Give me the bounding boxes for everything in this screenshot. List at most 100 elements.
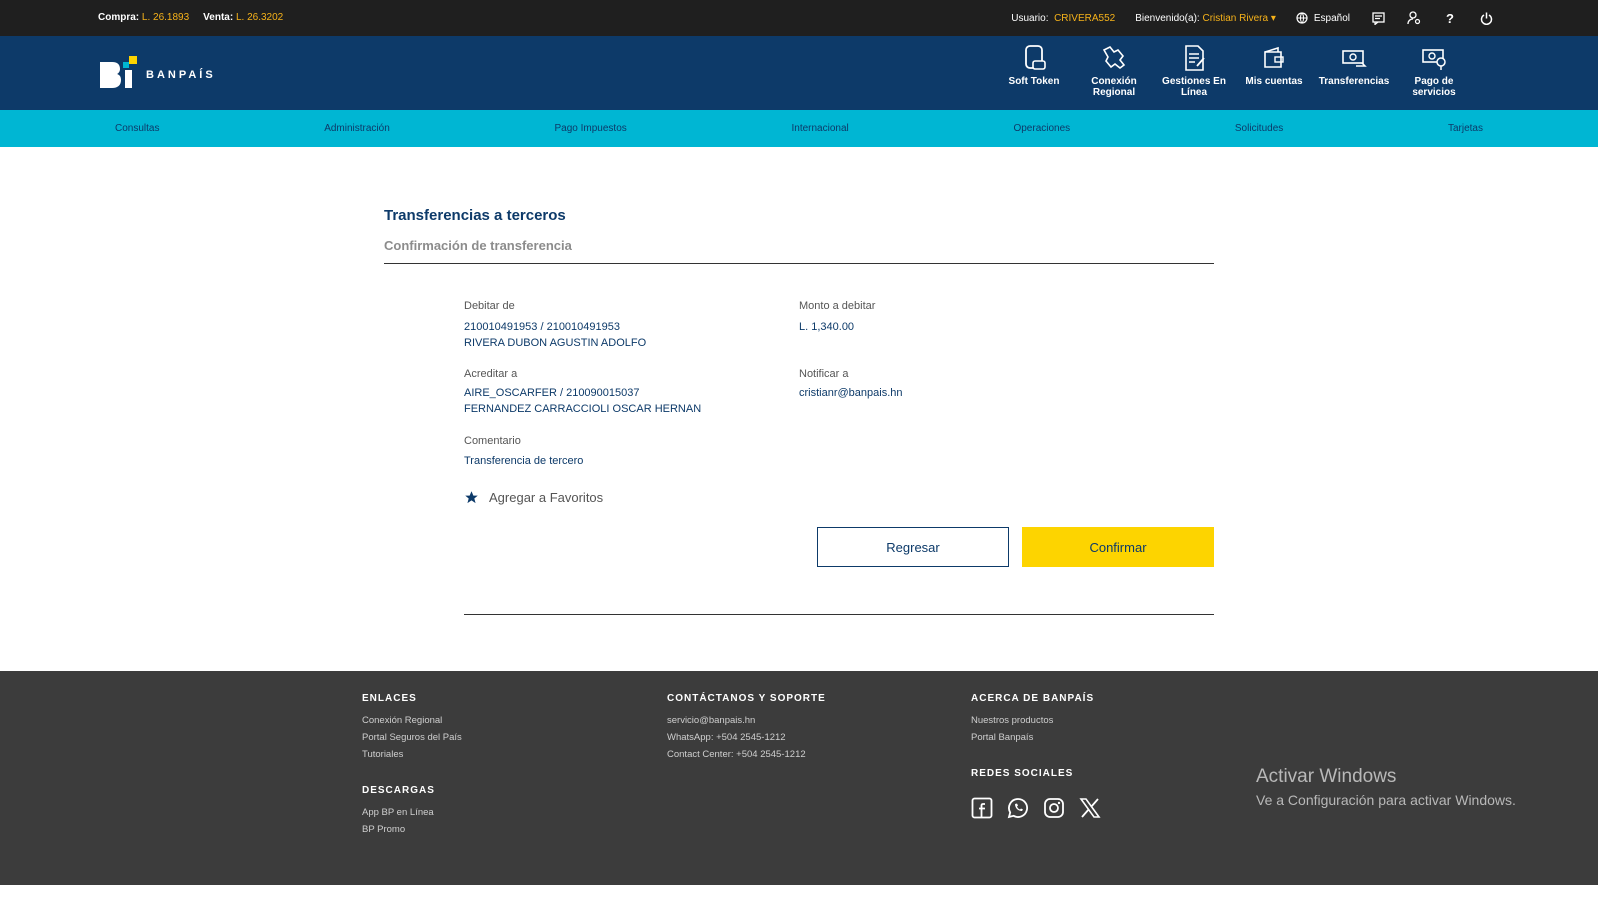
debitar-label: Debitar de: [464, 300, 515, 312]
footer-col-contacto: CONTÁCTANOS Y SOPORTE servicio@banpais.h…: [667, 693, 826, 763]
help-icon[interactable]: ?: [1442, 10, 1458, 26]
enlaces-heading: ENLACES: [362, 693, 417, 704]
nav-gestiones-label: Gestiones En Línea: [1162, 76, 1226, 98]
top-bar: Compra: L. 26.1893 Venta: L. 26.3202 Usu…: [0, 0, 1598, 36]
content-divider: [464, 614, 1214, 615]
menu-pago-impuestos[interactable]: Pago Impuestos: [555, 123, 627, 134]
nav-conexion-regional[interactable]: Conexión Regional: [1074, 44, 1154, 98]
footer-link[interactable]: BP Promo: [362, 821, 462, 838]
social-links: [971, 797, 1101, 819]
nav-pago-servicios-label: Pago de servicios: [1412, 76, 1456, 98]
comentario-label: Comentario: [464, 435, 521, 447]
bienvenido-value: Cristian Rivera: [1202, 12, 1269, 24]
footer-email[interactable]: servicio@banpais.hn: [667, 712, 826, 729]
debitar-account: 210010491953 / 210010491953: [464, 321, 620, 333]
menu-administracion[interactable]: Administración: [324, 123, 390, 134]
menu-operaciones[interactable]: Operaciones: [1013, 123, 1070, 134]
debitar-holder: RIVERA DUBON AGUSTIN ADOLFO: [464, 337, 647, 349]
monto-section: Monto a debitar L. 1,340.00: [799, 300, 875, 335]
footer-link[interactable]: Portal Banpaís: [971, 729, 1101, 746]
comentario-value: Transferencia de tercero: [464, 455, 584, 467]
footer-link[interactable]: App BP en Línea: [362, 804, 462, 821]
monto-value: L. 1,340.00: [799, 321, 855, 333]
usuario-label: Usuario:: [1011, 12, 1049, 24]
page-header: Transferencias a terceros Confirmación d…: [384, 200, 1214, 264]
gestiones-icon: [1185, 45, 1205, 71]
caret-down-icon: ▾: [1268, 12, 1276, 24]
descargas-heading: DESCARGAS: [362, 785, 435, 796]
footer-col-acerca: ACERCA DE BANPAÍS Nuestros productos Por…: [971, 693, 1101, 819]
whatsapp-icon[interactable]: [1007, 797, 1029, 819]
bienvenido-label: Bienvenido(a):: [1135, 12, 1200, 24]
nav-transferencias[interactable]: Transferencias: [1314, 44, 1394, 98]
top-bar-user-area: Usuario: CRIVERA552 Bienvenido(a): Crist…: [1011, 10, 1494, 26]
header-divider: [384, 263, 1214, 264]
nav-mis-cuentas[interactable]: Mis cuentas: [1234, 44, 1314, 98]
nav-soft-token-label: Soft Token: [1008, 76, 1060, 87]
add-to-favorites[interactable]: Agregar a Favoritos: [464, 490, 603, 505]
windows-activation-watermark: Activar Windows Ve a Configuración para …: [1256, 766, 1516, 808]
messages-icon[interactable]: [1370, 10, 1386, 26]
globe-icon: [1296, 12, 1308, 24]
confirm-button[interactable]: Confirmar: [1022, 527, 1214, 567]
footer-link[interactable]: Tutoriales: [362, 746, 462, 763]
payment-icon: [1422, 49, 1446, 70]
menu-tarjetas[interactable]: Tarjetas: [1448, 123, 1483, 134]
nav-gestiones[interactable]: Gestiones En Línea: [1154, 44, 1234, 98]
wallet-icon: [1264, 46, 1284, 68]
footer-link[interactable]: Conexión Regional: [362, 712, 462, 729]
instagram-icon[interactable]: [1043, 797, 1065, 819]
watermark-title: Activar Windows: [1256, 766, 1397, 787]
star-icon: [465, 491, 478, 504]
soft-token-icon: [1025, 45, 1046, 70]
exchange-rates: Compra: L. 26.1893 Venta: L. 26.3202: [98, 12, 283, 23]
compra-value: L. 26.1893: [141, 12, 190, 23]
footer-contact-center[interactable]: Contact Center: +504 2545-1212: [667, 746, 826, 763]
back-button[interactable]: Regresar: [817, 527, 1009, 567]
favorites-label: Agregar a Favoritos: [489, 490, 604, 505]
notificar-label: Notificar a: [799, 368, 849, 380]
footer-link[interactable]: Portal Seguros del País: [362, 729, 462, 746]
acerca-heading: ACERCA DE BANPAÍS: [971, 693, 1095, 704]
debitar-section: Debitar de 210010491953 / 210010491953 R…: [464, 300, 646, 351]
banpais-logo[interactable]: BANPAÍS: [98, 52, 216, 90]
nav-conexion-regional-label: Conexión Regional: [1091, 76, 1137, 98]
venta-value: L. 26.3202: [235, 12, 284, 23]
footer-link[interactable]: Nuestros productos: [971, 712, 1101, 729]
user-settings-icon[interactable]: [1406, 10, 1422, 26]
venta-label: Venta:: [203, 12, 234, 23]
acreditar-section: Acreditar a AIRE_OSCARFER / 210090015037…: [464, 368, 701, 417]
notificar-section: Notificar a cristianr@banpais.hn: [799, 368, 903, 401]
logo-wordmark: BANPAÍS: [146, 69, 216, 81]
regional-icon: [1102, 45, 1126, 70]
power-icon[interactable]: [1478, 10, 1494, 26]
nav-mis-cuentas-label: Mis cuentas: [1245, 76, 1303, 87]
logo-mark: [98, 52, 138, 90]
redes-heading: REDES SOCIALES: [971, 768, 1074, 779]
menu-solicitudes[interactable]: Solicitudes: [1235, 123, 1283, 134]
monto-label: Monto a debitar: [799, 300, 876, 312]
usuario-value: CRIVERA552: [1054, 12, 1116, 24]
menu-consultas[interactable]: Consultas: [115, 123, 159, 134]
footer-whatsapp[interactable]: WhatsApp: +504 2545-1212: [667, 729, 826, 746]
quick-nav: Soft Token Conexión Regional Gestiones E…: [994, 44, 1474, 98]
language-selector[interactable]: Español: [1296, 12, 1350, 24]
nav-transferencias-label: Transferencias: [1318, 76, 1390, 87]
language-label: Español: [1313, 12, 1350, 24]
x-twitter-icon[interactable]: [1079, 797, 1101, 819]
menu-internacional[interactable]: Internacional: [791, 123, 848, 134]
main-header: BANPAÍS Soft Token Conexión Regional Ges…: [0, 36, 1598, 110]
user-menu[interactable]: Bienvenido(a): Cristian Rivera ▾: [1135, 13, 1276, 24]
acreditar-holder: FERNANDEZ CARRACCIOLI OSCAR HERNAN: [464, 403, 702, 415]
compra-label: Compra:: [98, 12, 140, 23]
acreditar-account: AIRE_OSCARFER / 210090015037: [464, 387, 640, 399]
facebook-icon[interactable]: [971, 797, 993, 819]
contacto-heading: CONTÁCTANOS Y SOPORTE: [667, 693, 826, 704]
comentario-section: Comentario Transferencia de tercero: [464, 435, 583, 469]
nav-pago-servicios[interactable]: Pago de servicios: [1394, 44, 1474, 98]
acreditar-label: Acreditar a: [464, 368, 518, 380]
watermark-subtitle: Ve a Configuración para activar Windows.: [1256, 792, 1516, 808]
transfer-icon: [1342, 50, 1367, 67]
nav-soft-token[interactable]: Soft Token: [994, 44, 1074, 98]
footer-col-enlaces: ENLACES Conexión Regional Portal Seguros…: [362, 693, 462, 838]
